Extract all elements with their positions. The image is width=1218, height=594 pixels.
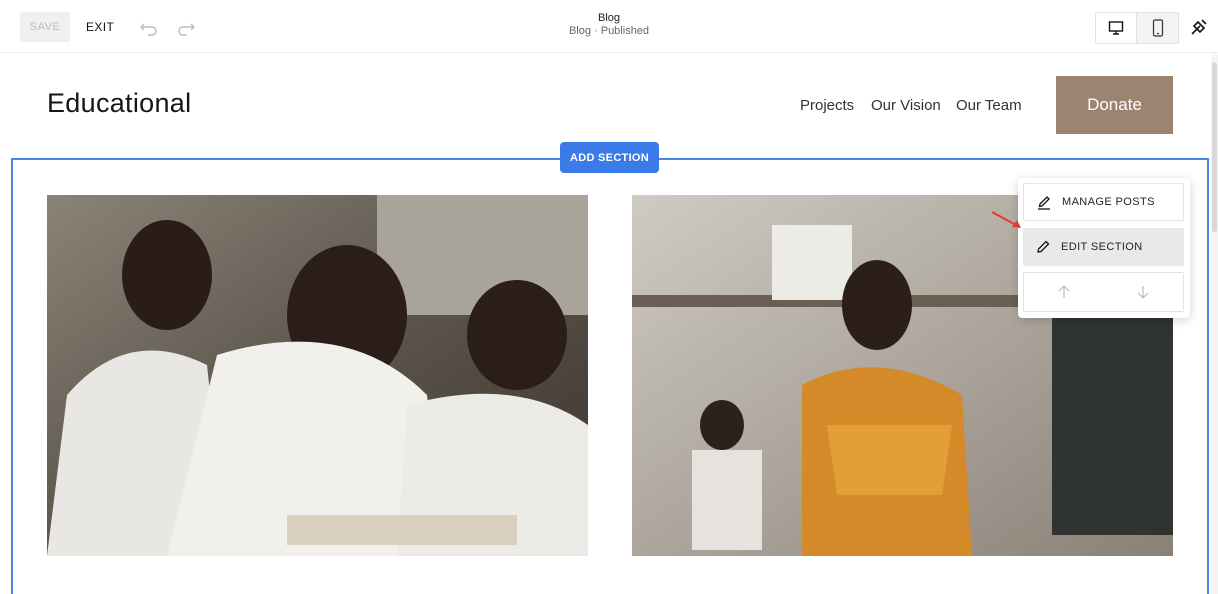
editor-toolbar: SAVE EXIT Blog Blog · Published	[0, 0, 1218, 53]
page-status: Blog · Published	[568, 25, 650, 37]
edit-section-label: EDIT SECTION	[1061, 241, 1143, 253]
scrollbar-thumb[interactable]	[1212, 62, 1217, 232]
desktop-icon	[1108, 21, 1124, 35]
page-title-block: Blog Blog · Published	[0, 12, 1218, 38]
edit-posts-icon	[1038, 196, 1050, 210]
annotation-arrow-icon	[991, 211, 1021, 228]
site-logo[interactable]: Educational	[47, 88, 191, 119]
design-brush-icon[interactable]	[1188, 16, 1210, 38]
add-section-button[interactable]: ADD SECTION	[560, 142, 659, 173]
site-header: Educational Projects Our Vision Our Team…	[0, 54, 1210, 156]
move-up-button[interactable]	[1024, 273, 1104, 311]
page-title: Blog	[597, 12, 621, 24]
move-section-controls	[1023, 272, 1184, 312]
mobile-view-button[interactable]	[1137, 13, 1178, 43]
edit-section-button[interactable]: EDIT SECTION	[1023, 228, 1184, 266]
desktop-view-button[interactable]	[1096, 13, 1138, 43]
move-down-button[interactable]	[1104, 273, 1184, 311]
manage-posts-button[interactable]: MANAGE POSTS	[1023, 183, 1184, 221]
section-actions-menu: MANAGE POSTS EDIT SECTION	[1018, 178, 1190, 318]
arrow-down-icon	[1137, 286, 1149, 299]
blog-post-image-1[interactable]	[47, 195, 588, 556]
pencil-icon	[1037, 240, 1050, 253]
nav-link-our-team[interactable]: Our Team	[956, 97, 1022, 114]
device-toggle	[1095, 12, 1179, 44]
nav-link-our-vision[interactable]: Our Vision	[871, 97, 941, 114]
mobile-icon	[1152, 19, 1163, 37]
arrow-up-icon	[1058, 285, 1070, 298]
manage-posts-label: MANAGE POSTS	[1062, 196, 1155, 208]
nav-link-projects[interactable]: Projects	[800, 97, 854, 114]
donate-button[interactable]: Donate	[1056, 76, 1173, 134]
